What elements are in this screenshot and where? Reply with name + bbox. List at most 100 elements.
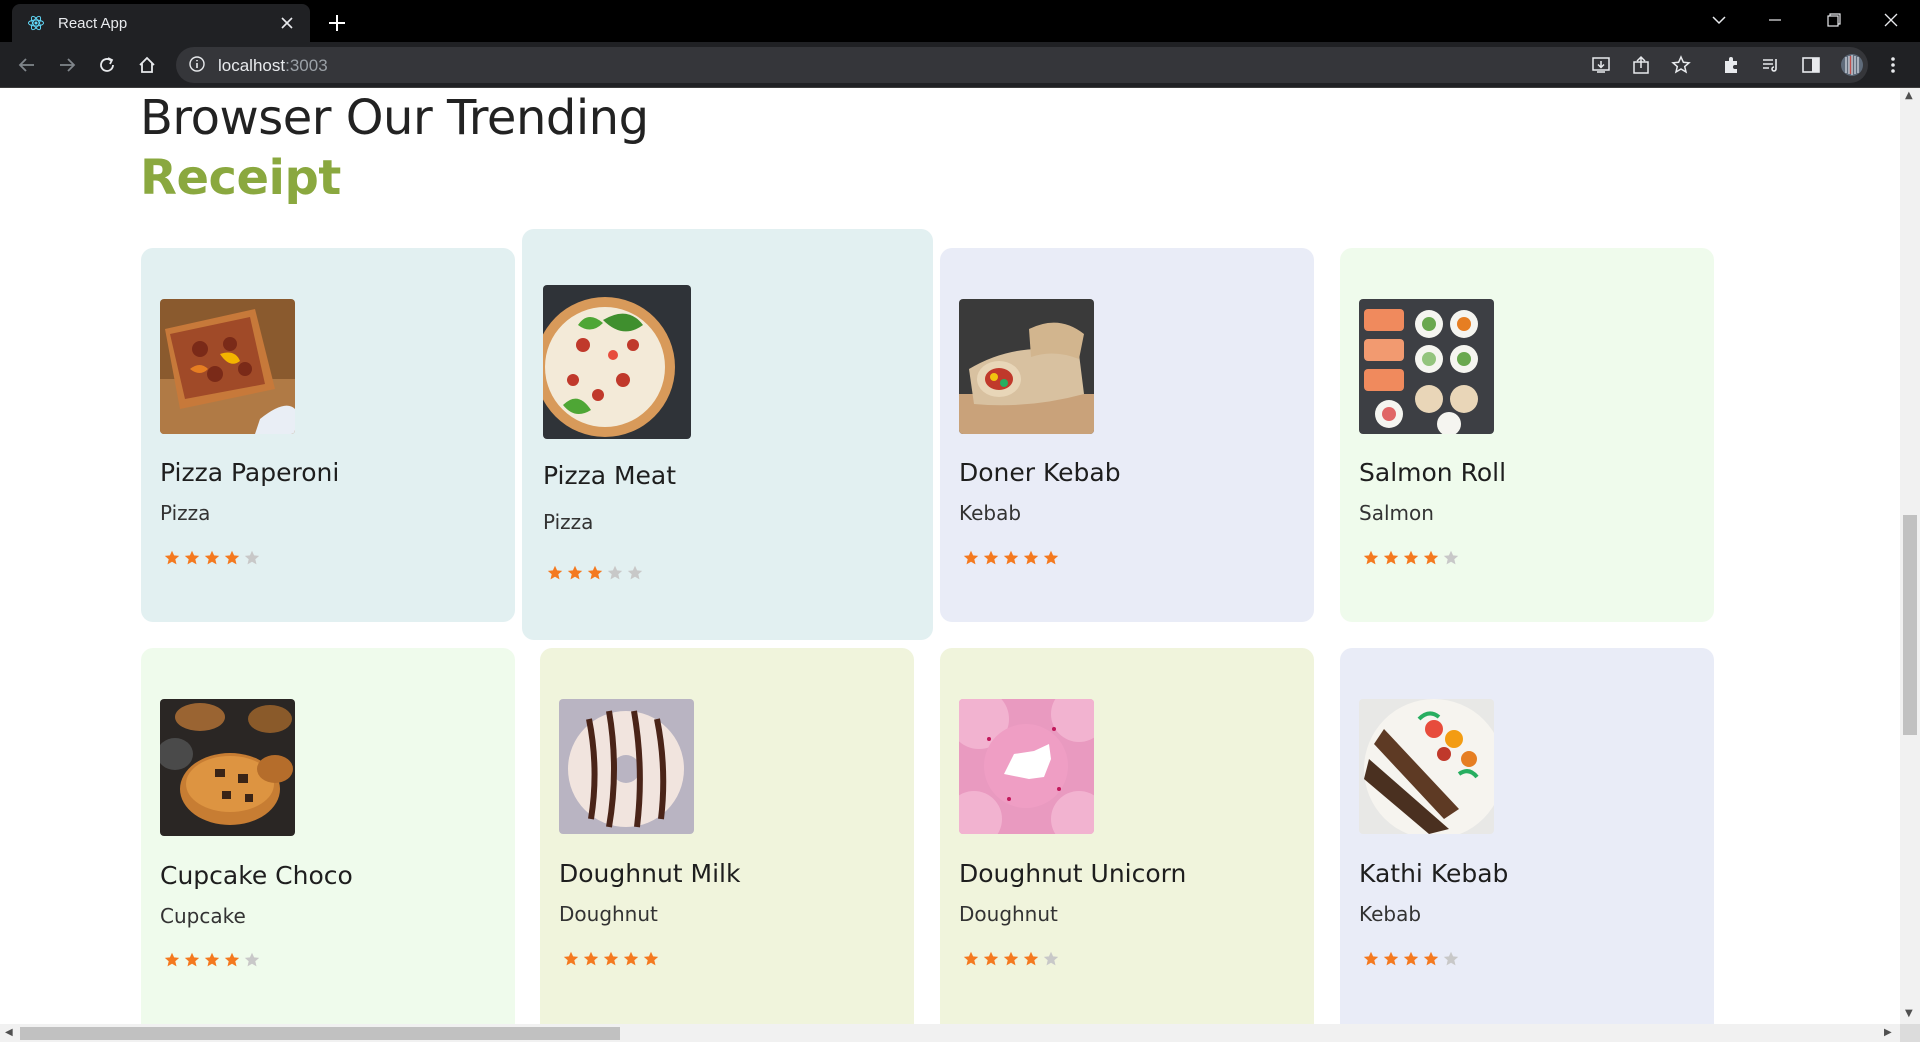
star-filled-icon xyxy=(224,550,240,565)
star-filled-icon xyxy=(1423,550,1439,565)
star-empty-icon xyxy=(1443,951,1459,966)
site-info-icon[interactable] xyxy=(188,55,208,75)
star-filled-icon xyxy=(583,951,599,966)
rating-stars xyxy=(1363,951,1459,967)
star-filled-icon xyxy=(983,951,999,966)
scroll-down-icon[interactable]: ▼ xyxy=(1905,1008,1913,1019)
url-host: localhost xyxy=(218,56,286,75)
star-filled-icon xyxy=(1403,951,1419,966)
recipe-category: Kebab xyxy=(1359,902,1422,926)
star-filled-icon xyxy=(963,951,979,966)
rating-stars xyxy=(963,951,1059,967)
new-tab-button[interactable] xyxy=(322,8,352,38)
wrap-photo xyxy=(959,299,1094,434)
tab-search-icon[interactable] xyxy=(1696,6,1742,34)
close-window-icon[interactable] xyxy=(1868,6,1914,34)
star-filled-icon xyxy=(164,550,180,565)
star-empty-icon xyxy=(627,565,643,580)
star-filled-icon xyxy=(224,952,240,967)
recipe-name: Doughnut Unicorn xyxy=(959,859,1187,888)
forward-icon[interactable] xyxy=(53,51,81,79)
reload-icon[interactable] xyxy=(93,51,121,79)
doughnut-photo xyxy=(559,699,694,834)
menu-kebab-icon[interactable] xyxy=(1879,51,1907,79)
star-filled-icon xyxy=(204,550,220,565)
recipe-category: Pizza xyxy=(543,510,594,534)
close-tab-icon[interactable] xyxy=(276,12,298,34)
sushi-photo xyxy=(1359,299,1494,434)
media-queue-icon[interactable] xyxy=(1757,51,1785,79)
star-filled-icon xyxy=(1023,550,1039,565)
minimize-icon[interactable] xyxy=(1752,6,1798,34)
address-bar[interactable]: localhost:3003 xyxy=(176,47,1868,83)
recipe-card[interactable]: Doughnut Milk Doughnut xyxy=(540,648,914,1024)
recipe-card[interactable]: Kathi Kebab Kebab xyxy=(1340,648,1714,1024)
restore-icon[interactable] xyxy=(1811,6,1857,34)
star-filled-icon xyxy=(587,565,603,580)
install-app-icon[interactable] xyxy=(1587,51,1615,79)
recipe-name: Cupcake Choco xyxy=(160,861,353,890)
star-filled-icon xyxy=(1363,550,1379,565)
pink-doughnut-photo xyxy=(959,699,1094,834)
recipe-name: Doughnut Milk xyxy=(559,859,741,888)
section-heading: Browser Our Trending xyxy=(140,90,649,146)
page-viewport: Browser Our Trending Receipt Pizza Paper… xyxy=(0,88,1900,1024)
url-port: :3003 xyxy=(285,56,328,75)
star-filled-icon xyxy=(1043,550,1059,565)
star-filled-icon xyxy=(963,550,979,565)
star-filled-icon xyxy=(567,565,583,580)
pizza-photo xyxy=(543,285,691,439)
side-panel-icon[interactable] xyxy=(1797,51,1825,79)
scroll-up-icon[interactable]: ▲ xyxy=(1905,90,1913,101)
recipe-card[interactable]: Cupcake Choco Cupcake xyxy=(141,648,515,1024)
recipe-name: Doner Kebab xyxy=(959,458,1121,487)
recipe-card[interactable]: Salmon Roll Salmon xyxy=(1340,248,1714,622)
star-filled-icon xyxy=(1403,550,1419,565)
recipe-name: Pizza Meat xyxy=(543,461,677,490)
star-filled-icon xyxy=(547,565,563,580)
recipe-name: Pizza Paperoni xyxy=(160,458,340,487)
scroll-right-icon[interactable]: ▶ xyxy=(1884,1027,1892,1038)
rating-stars xyxy=(1363,550,1459,566)
share-icon[interactable] xyxy=(1627,51,1655,79)
horizontal-scroll-thumb[interactable] xyxy=(20,1027,620,1040)
browser-tab[interactable]: React App xyxy=(12,4,310,42)
star-filled-icon xyxy=(623,951,639,966)
recipe-card[interactable]: Doughnut Unicorn Doughnut xyxy=(940,648,1314,1024)
back-icon[interactable] xyxy=(13,51,41,79)
star-filled-icon xyxy=(983,550,999,565)
home-icon[interactable] xyxy=(133,51,161,79)
recipe-card[interactable]: Pizza Paperoni Pizza xyxy=(141,248,515,622)
bookmark-star-icon[interactable] xyxy=(1667,51,1695,79)
star-filled-icon xyxy=(1383,951,1399,966)
vertical-scrollbar[interactable]: ▲ ▼ xyxy=(1900,88,1920,1024)
recipe-category: Doughnut xyxy=(559,902,658,926)
tab-title: React App xyxy=(58,14,128,32)
profile-avatar[interactable] xyxy=(1838,51,1866,79)
recipe-category: Kebab xyxy=(959,501,1022,525)
star-empty-icon xyxy=(607,565,623,580)
rating-stars xyxy=(563,951,659,967)
star-filled-icon xyxy=(563,951,579,966)
recipe-card[interactable]: Doner Kebab Kebab xyxy=(940,248,1314,622)
section-heading-highlight: Receipt xyxy=(140,150,341,206)
recipe-category: Cupcake xyxy=(160,904,246,928)
extensions-icon[interactable] xyxy=(1717,51,1745,79)
star-filled-icon xyxy=(184,952,200,967)
url-text[interactable]: localhost:3003 xyxy=(218,56,328,76)
star-filled-icon xyxy=(1023,951,1039,966)
browser-toolbar: localhost:3003 xyxy=(0,42,1920,88)
recipe-category: Doughnut xyxy=(959,902,1058,926)
horizontal-scrollbar[interactable]: ◀ ▶ xyxy=(0,1024,1900,1042)
star-filled-icon xyxy=(1383,550,1399,565)
browser-tab-bar: React App xyxy=(0,0,1920,42)
scroll-left-icon[interactable]: ◀ xyxy=(5,1027,13,1038)
rating-stars xyxy=(547,565,643,581)
vertical-scroll-thumb[interactable] xyxy=(1903,515,1917,735)
recipe-name: Kathi Kebab xyxy=(1359,859,1509,888)
star-filled-icon xyxy=(1003,951,1019,966)
pizza-slice-photo xyxy=(160,299,295,434)
kebab-plate-photo xyxy=(1359,699,1494,834)
recipe-card[interactable]: Pizza Meat Pizza xyxy=(522,229,933,640)
rating-stars xyxy=(963,550,1059,566)
